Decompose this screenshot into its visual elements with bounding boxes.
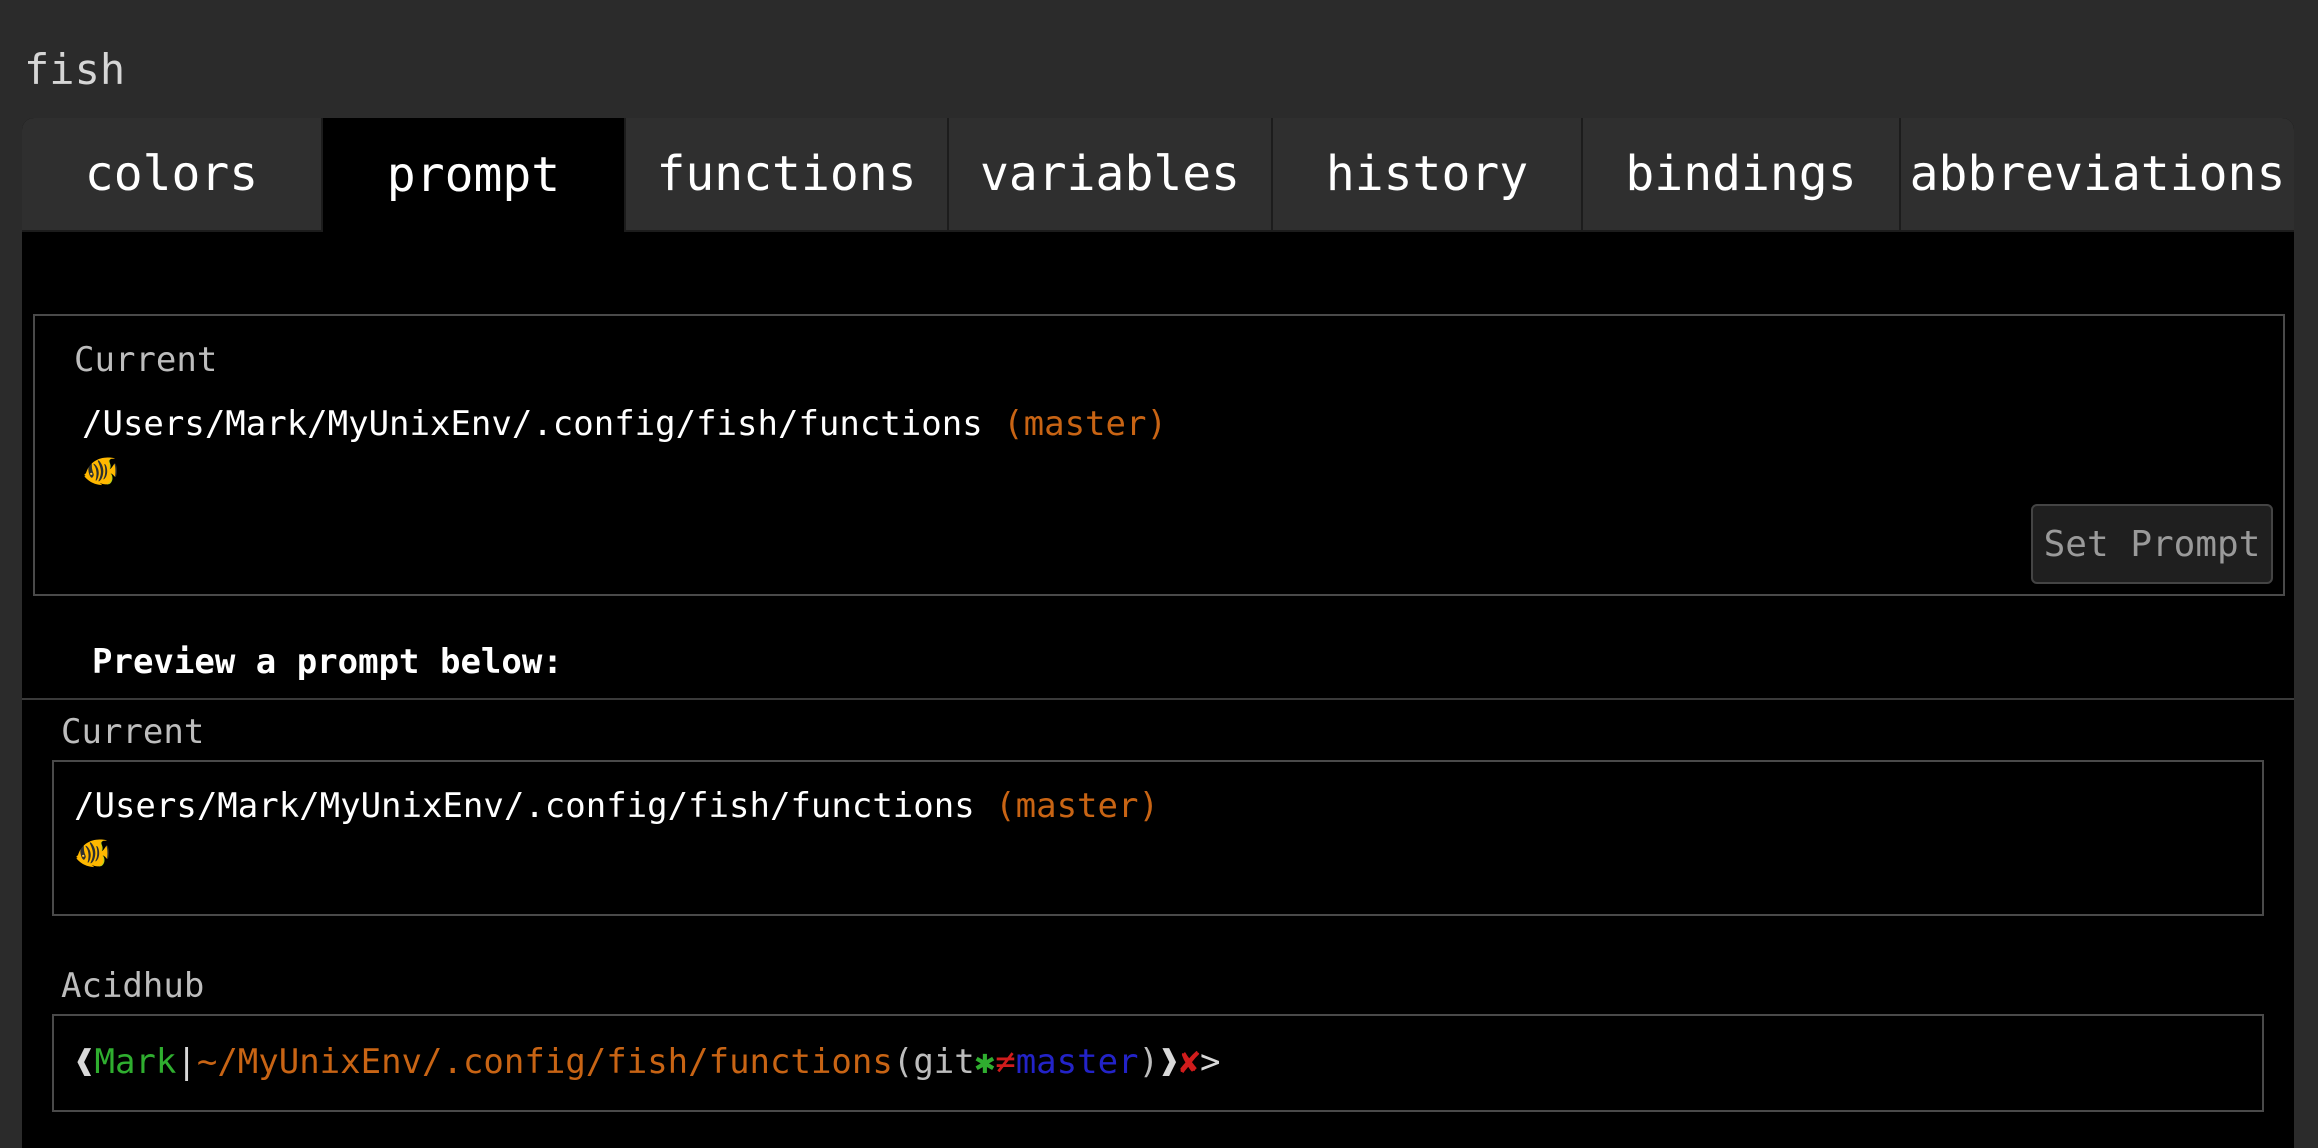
preview-heading: Preview a prompt below: (92, 642, 563, 682)
acidhub-close-bracket: ❱ (1159, 1042, 1180, 1082)
acidhub-dirty-star: ✱ (974, 1042, 996, 1082)
tab-bar: colors prompt functions variables histor… (22, 118, 2294, 232)
acidhub-diverged: ≠ (995, 1042, 1016, 1082)
tab-functions[interactable]: functions (626, 118, 949, 232)
tab-colors[interactable]: colors (22, 118, 323, 232)
tab-history[interactable]: history (1273, 118, 1583, 232)
sample-label-current: Current (61, 712, 205, 752)
sample-prompt-line: /Users/Mark/MyUnixEnv/.config/fish/funct… (74, 784, 1159, 828)
fish-icon: 🐠 (74, 836, 112, 871)
sample-branch: (master) (995, 786, 1159, 826)
acidhub-prompt-char: > (1199, 1042, 1221, 1082)
acidhub-error-icon: ✘ (1179, 1042, 1200, 1082)
current-prompt-label: Current (74, 340, 218, 380)
acidhub-cwd: ~/MyUnixEnv/.config/fish/functions (196, 1042, 893, 1082)
acidhub-open-bracket: ❰ (74, 1042, 95, 1082)
acidhub-prompt-line: ❰Mark|~/MyUnixEnv/.config/fish/functions… (74, 1040, 1220, 1084)
sample-path: /Users/Mark/MyUnixEnv/.config/fish/funct… (74, 786, 975, 826)
acidhub-branch: master (1015, 1042, 1139, 1082)
acidhub-separator: | (176, 1042, 197, 1082)
acidhub-user: Mark (94, 1042, 177, 1082)
acidhub-git-close: ) (1138, 1042, 1160, 1082)
sample-prompt-acidhub[interactable]: ❰Mark|~/MyUnixEnv/.config/fish/functions… (52, 1014, 2264, 1112)
sample-prompt-current[interactable]: /Users/Mark/MyUnixEnv/.config/fish/funct… (52, 760, 2264, 916)
acidhub-git-open: (git (892, 1042, 975, 1082)
tab-variables[interactable]: variables (949, 118, 1273, 232)
app-title: fish (24, 45, 126, 94)
set-prompt-button[interactable]: Set Prompt (2031, 504, 2273, 584)
prompt-path: /Users/Mark/MyUnixEnv/.config/fish/funct… (82, 404, 983, 444)
tab-abbreviations[interactable]: abbreviations (1901, 118, 2294, 232)
section-divider (22, 698, 2294, 700)
tab-prompt[interactable]: prompt (323, 118, 626, 232)
main-window: colors prompt functions variables histor… (22, 118, 2294, 1148)
tab-bindings[interactable]: bindings (1583, 118, 1901, 232)
fish-icon: 🐠 (82, 454, 120, 489)
prompt-branch: (master) (1003, 404, 1167, 444)
current-prompt-panel: Current /Users/Mark/MyUnixEnv/.config/fi… (33, 314, 2285, 596)
current-prompt-line: /Users/Mark/MyUnixEnv/.config/fish/funct… (82, 402, 1167, 446)
sample-label-acidhub: Acidhub (61, 966, 205, 1006)
